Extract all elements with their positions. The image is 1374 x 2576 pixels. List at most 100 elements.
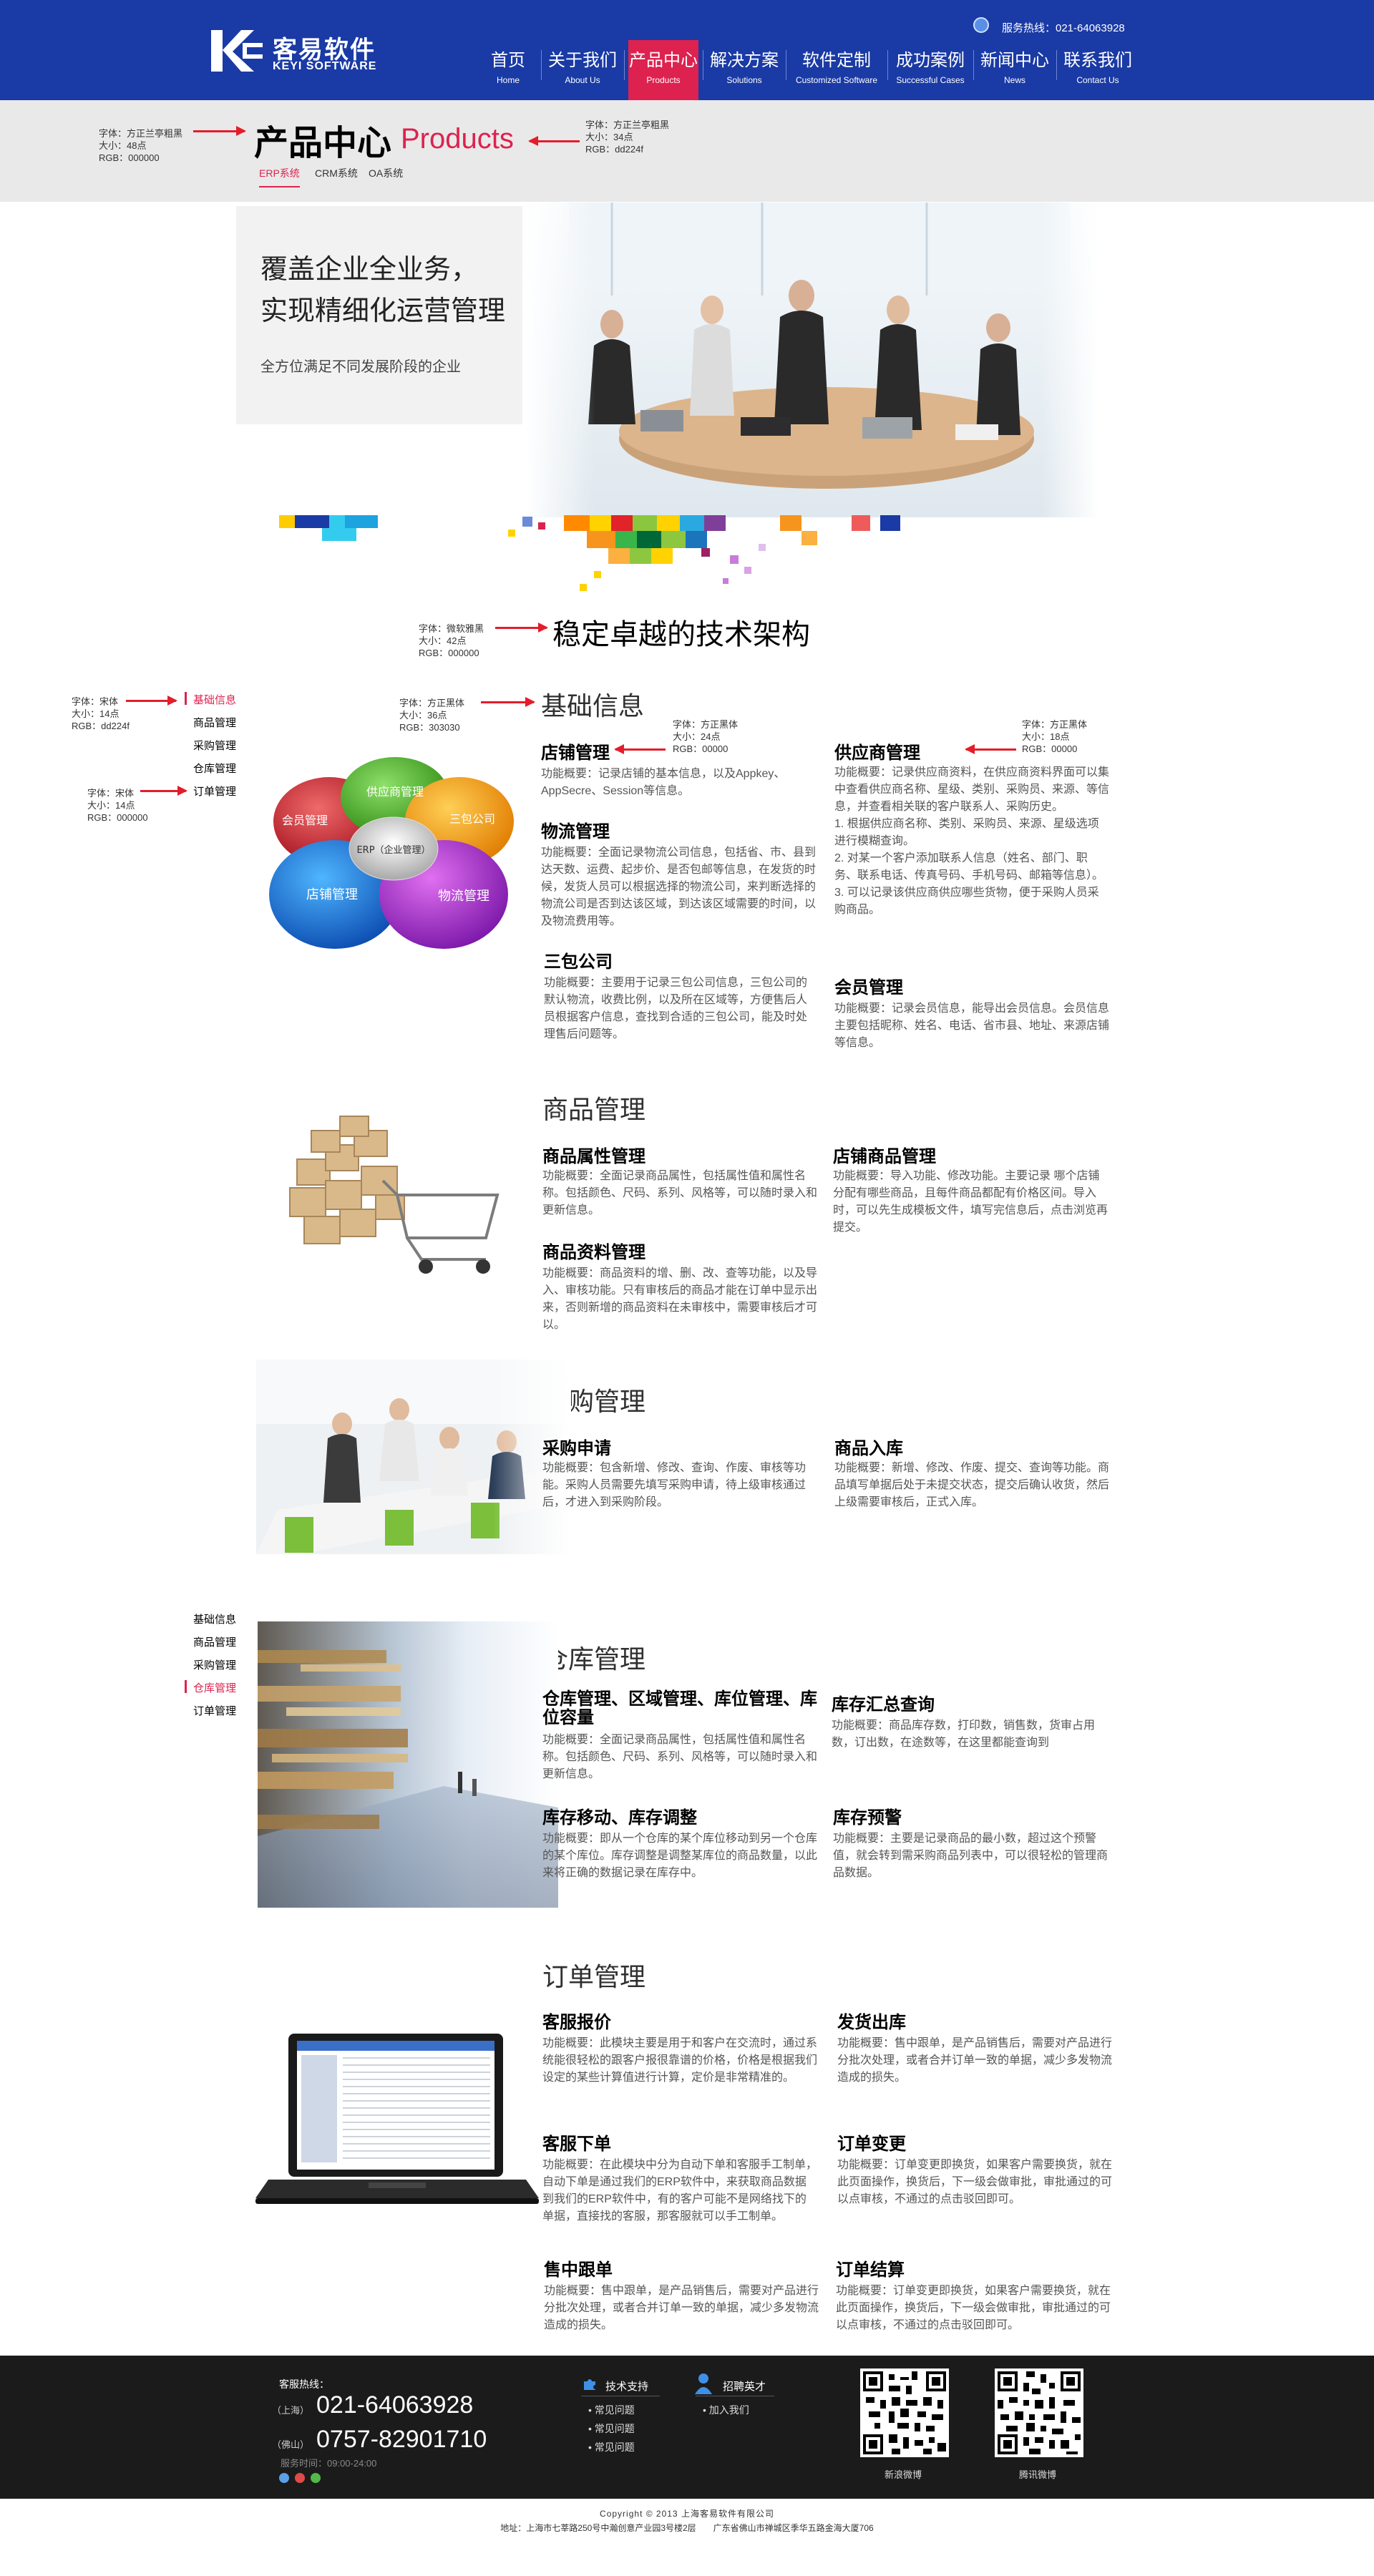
nav-home[interactable]: 首页 Home <box>479 40 537 100</box>
social-icon-wechat[interactable] <box>311 2473 321 2483</box>
nav-custom-software[interactable]: 软件定制 Customized Software <box>790 40 883 100</box>
social-icon-qq[interactable] <box>279 2473 289 2483</box>
tab-oa[interactable]: OA系统 <box>369 166 403 180</box>
section-title-goods: 商品管理 <box>542 1095 646 1124</box>
nav-products[interactable]: 产品中心 Products <box>628 40 698 100</box>
item-desc: 功能概要：全面记录商品属性，包括属性值和属性名称。包括颜色、尺码、系列、风格等，… <box>542 1170 818 1216</box>
item-desc: 功能概要：商品库存数，打印数，销售数，货审占用数，订出数，在途数等，在这里都能查… <box>832 1719 1096 1749</box>
page-banner: 字体：方正兰亭粗黑 大小：48点 RGB：000000 产品中心 Products … <box>0 100 1374 202</box>
item-desc: 功能概要：新增、修改、作废、提交、查询等功能。商品填写单据后处于未提交状态，提交… <box>834 1462 1110 1508</box>
item-desc: 功能概要：全面记录物流公司信息，包括省、市、县到达天数、运费、起步价、是否包邮等… <box>541 847 817 927</box>
arch-title: 稳定卓越的技术架构 <box>552 619 810 650</box>
page-title: 产品中心 <box>254 125 392 162</box>
mosaic-decoration <box>279 515 1138 608</box>
nav-news[interactable]: 新闻中心 News <box>978 40 1052 100</box>
item-desc: 功能概要：主要是记录商品的最小数，超过这个预警值，就会转到需采购商品列表中，可以… <box>833 1833 1109 1879</box>
diagram-center-label: ERP（企业管理） <box>356 844 430 856</box>
item-title: 发货出库 <box>837 2013 906 2032</box>
font-note: 字体：微软雅黑 大小：42点 RGB：000000 <box>419 623 484 658</box>
site-header: 客易软件 KEYI SOFTWARE 服务热线：021-64063928 首页 H… <box>0 0 1374 100</box>
item-desc: 功能概要：商品资料的增、删、改、查等功能，以及导入、审核功能。只有审核后的商品才… <box>542 1267 818 1331</box>
footer-hotline-label: 客服热线： <box>279 2379 329 2390</box>
nav-divider <box>887 50 888 80</box>
keyi-logo-mark <box>211 30 263 72</box>
item-desc: 功能概要：包含新增、修改、查询、作废、审核等功能。采购人员需要先填写采购申请，待… <box>542 1462 807 1508</box>
copyright-text: Copyright © 2013 上海客易软件有限公司 <box>600 2509 774 2519</box>
qr-code-sina <box>860 2368 949 2457</box>
annotation-arrow <box>614 744 666 754</box>
hero-card: 覆盖企业全业务， 实现精细化运营管理 全方位满足不同发展阶段的企业 <box>236 206 522 424</box>
item-desc: 功能概要：在此模块中分为自动下单和客服手工制单，自动下单是通过我们的ERP软件中… <box>542 2159 818 2223</box>
side-warehouse[interactable]: 仓库管理 <box>193 1680 236 1695</box>
item-desc: 功能概要：导入功能、修改功能。主要记录 哪个店铺分配有哪些商品，且每件商品都配有… <box>833 1170 1109 1234</box>
annotation-arrow <box>528 136 580 146</box>
diagram-petal-label: 三包公司 <box>449 812 495 826</box>
font-note: 字体：方正兰亭粗黑 大小：34点 RGB：dd224f <box>585 119 670 155</box>
footer-shanghai-tag: （上海） <box>272 2405 310 2416</box>
font-note: 字体：宋体 大小：14点 RGB：dd224f <box>72 696 130 731</box>
tab-erp[interactable]: ERP系统 <box>259 166 300 187</box>
item-desc: 功能概要：售中跟单，是产品销售后，需要对产品进行分批次处理，或者合并订单一致的单… <box>837 2037 1113 2084</box>
item-title: 订单变更 <box>837 2135 906 2154</box>
nav-about[interactable]: 关于我们 About Us <box>545 40 620 100</box>
side-goods[interactable]: 商品管理 <box>193 715 236 730</box>
item-title: 店铺管理 <box>541 743 610 763</box>
annotation-arrow <box>481 697 535 707</box>
footer-hours: 服务时间：09:00-24:00 <box>281 2458 377 2469</box>
hero-meeting-photo <box>526 203 1098 517</box>
item-title: 客服报价 <box>542 2013 611 2032</box>
annotation-arrow <box>126 696 177 706</box>
nav-cases[interactable]: 成功案例 Successful Cases <box>892 40 969 100</box>
annotation-arrow <box>965 744 1016 754</box>
item-desc: 功能概要：此模块主要是用于和客户在交流时，通过系统能很轻松的跟客户报很靠谱的价格… <box>542 2037 818 2084</box>
item-desc: 功能概要：即从一个仓库的某个库位移动到另一个仓库的某个库位。库存调整是调整某库位… <box>542 1833 818 1879</box>
side-purchase[interactable]: 采购管理 <box>193 738 236 753</box>
footer-link-faq[interactable]: • 常见问题 <box>588 2421 635 2436</box>
side-basic[interactable]: 基础信息 <box>193 1611 236 1626</box>
item-title: 供应商管理 <box>834 743 920 763</box>
side-warehouse[interactable]: 仓库管理 <box>193 761 236 776</box>
item-desc: 功能概要：售中跟单，是产品销售后，需要对产品进行分批次处理，或者合并订单一致的单… <box>544 2285 819 2331</box>
section-title-orders: 订单管理 <box>542 1962 646 1991</box>
footer-link-faq[interactable]: • 常见问题 <box>588 2440 635 2454</box>
item-title: 仓库管理、区域管理、库位管理、库位容量 <box>542 1689 817 1727</box>
footer-foshan-tag: （佛山） <box>272 2439 310 2450</box>
hero-headline: 覆盖企业全业务， 实现精细化运营管理 <box>260 255 506 326</box>
address-text: 地址：上海市七莘路250号中瀚创意产业园3号楼2层 广东省佛山市禅城区季华五路金… <box>500 2523 874 2533</box>
qr-label-sina: 新浪微博 <box>885 2469 922 2480</box>
side-basic[interactable]: 基础信息 <box>193 692 236 707</box>
footer-link-faq[interactable]: • 常见问题 <box>588 2403 635 2417</box>
item-title: 库存移动、库存调整 <box>542 1808 697 1828</box>
section-title-basic: 基础信息 <box>541 691 645 721</box>
nav-divider <box>541 50 542 80</box>
side-purchase[interactable]: 采购管理 <box>193 1657 236 1672</box>
item-desc: 功能概要：订单变更即换货，如果客户需要换货，就在此页面操作，换货后，下一级会做审… <box>836 2285 1111 2331</box>
diagram-petal-label: 物流管理 <box>438 889 489 904</box>
tab-crm[interactable]: CRM系统 <box>315 166 358 180</box>
social-icon-weibo[interactable] <box>295 2473 305 2483</box>
item-title: 采购申请 <box>542 1439 611 1458</box>
logo-text-en: KEYI SOFTWARE <box>273 60 377 72</box>
side-active-bar <box>185 692 187 705</box>
font-note: 字体：方正黑体 大小：18点 RGB：00000 <box>1022 719 1088 754</box>
boxes-cart-image <box>276 1102 512 1281</box>
item-title: 三包公司 <box>544 952 613 972</box>
side-orders[interactable]: 订单管理 <box>193 1703 236 1718</box>
diagram-petal-label: 供应商管理 <box>366 785 424 799</box>
item-title: 库存汇总查询 <box>832 1695 935 1714</box>
warehouse-photo <box>258 1621 558 1908</box>
qr-label-tencent: 腾讯微博 <box>1019 2469 1057 2480</box>
logo[interactable]: 客易软件 KEYI SOFTWARE <box>211 29 383 76</box>
erp-flower-diagram: ERP（企业管理） 供应商管理 三包公司 物流管理 店铺管理 会员管理 <box>258 757 530 972</box>
annotation-arrow <box>495 623 548 633</box>
footer-link-join[interactable]: • 加入我们 <box>703 2403 749 2417</box>
side-goods[interactable]: 商品管理 <box>193 1634 236 1649</box>
nav-contact[interactable]: 联系我们 Contact Us <box>1061 40 1135 100</box>
nav-solutions[interactable]: 解决方案 Solutions <box>707 40 781 100</box>
side-orders[interactable]: 订单管理 <box>193 784 236 799</box>
qr-code-tencent <box>995 2368 1083 2457</box>
nav-divider <box>624 50 625 80</box>
page: 客易软件 KEYI SOFTWARE 服务热线：021-64063928 首页 H… <box>0 0 1374 2576</box>
item-title: 客服下单 <box>542 2135 611 2154</box>
item-desc: 功能概要：记录供应商资料，在供应商资料界面可以集中查看供应商名称、星级、类别、采… <box>834 766 1110 916</box>
